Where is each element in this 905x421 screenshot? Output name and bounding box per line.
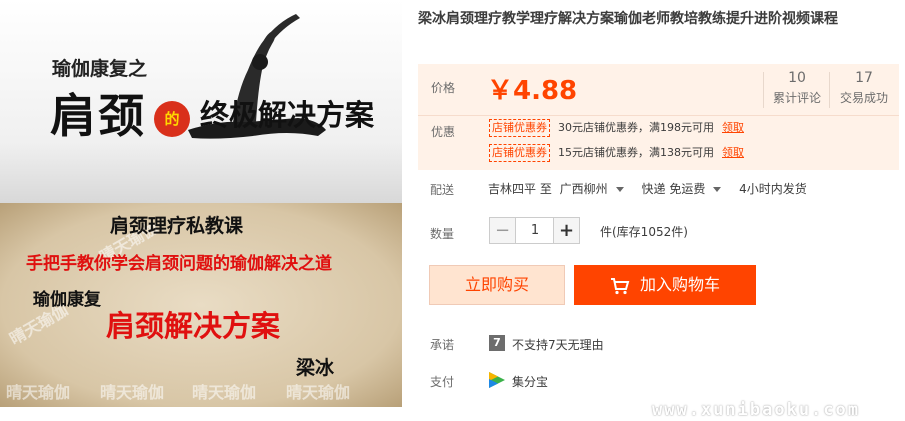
payment-label: 支付 [430,375,455,389]
site-watermark: www.xunibaoku.com [652,400,860,420]
sales-count: 17 [855,70,873,86]
shipping-method: 快递 免运费 [641,182,706,196]
coupon-row: 店铺优惠券 15元店铺优惠券，满138元可用 领取 [489,144,744,162]
claim-coupon-link[interactable]: 领取 [722,146,744,159]
ship-to-selector[interactable]: 广西柳州 [560,182,634,196]
course-subtitle: 瑜伽康复 [33,290,101,310]
banner-line-3: 终极解决方案 [200,98,375,132]
product-banner-bottom: 晴天瑜伽 晴天瑜伽 晴天瑜伽 晴天瑜伽 晴天瑜伽 晴天瑜伽 肩颈理疗私教课 手把… [0,203,402,407]
ship-from: 吉林四平 至 [488,182,552,196]
product-title: 梁冰肩颈理疗教学理疗解决方案瑜伽老师教培教练提升进阶视频课程 [418,11,838,27]
shipping-info: 吉林四平 至 广西柳州 快递 免运费 4小时内发货 [488,180,811,197]
chevron-down-icon [713,187,722,192]
sales-count-label: 交易成功 [839,91,888,105]
promise-label: 承诺 [430,338,455,352]
banner-connector-badge: 的 [154,101,190,137]
product-banner-top: 瑜伽康复之 肩颈 的 终极解决方案 [0,0,402,203]
shipping-label: 配送 [430,183,455,197]
coupon-tag: 店铺优惠券 [489,119,550,137]
image-watermark: 晴天瑜伽 [192,383,257,402]
coupon-row: 店铺优惠券 30元店铺优惠券，满198元可用 领取 [489,119,744,137]
coupon-text: 15元店铺优惠券，满138元可用 [558,146,714,159]
ship-to: 广西柳州 [559,182,608,196]
quantity-label: 数量 [430,227,455,241]
add-to-cart-button[interactable]: 加入购物车 [574,265,756,305]
stat-divider [763,72,764,108]
shipping-method-selector[interactable]: 快递 免运费 [642,182,732,196]
promo-label: 优惠 [431,125,456,139]
banner-line-1: 瑜伽康复之 [52,58,148,80]
stat-divider [829,72,830,108]
chevron-down-icon [615,187,624,192]
stock-info: 件(库存1052件) [600,225,688,239]
coupon-tag: 店铺优惠券 [489,144,550,162]
product-image-gallery[interactable]: 瑜伽康复之 肩颈 的 终极解决方案 晴天瑜伽 晴天瑜伽 晴天瑜伽 晴天瑜伽 晴天… [0,0,402,407]
image-watermark: 晴天瑜伽 [286,383,351,402]
price-label: 价格 [431,81,456,95]
review-count: 10 [788,70,806,86]
dispatch-time: 4小时内发货 [739,182,807,196]
sales-count-stat[interactable]: 17 交易成功 [836,70,892,106]
add-to-cart-label: 加入购物车 [639,275,720,294]
no-7-day-return-icon: 7 [489,335,505,351]
course-main-title: 肩颈解决方案 [106,309,281,343]
coupon-text: 30元店铺优惠券，满198元可用 [558,121,714,134]
course-slogan: 手把手教你学会肩颈问题的瑜伽解决之道 [26,254,332,274]
quantity-increase-button[interactable]: + [553,217,580,244]
quantity-input[interactable]: 1 [516,217,554,244]
quantity-decrease-button[interactable]: − [489,217,516,244]
promise-text[interactable]: 不支持7天无理由 [512,336,604,353]
shopping-cart-icon [610,277,630,294]
promo-divider [418,115,899,116]
price-panel: 价格 ￥4.88 10 累计评论 17 交易成功 优惠 店铺优惠券 30元店铺优惠… [418,64,899,170]
claim-coupon-link[interactable]: 领取 [722,121,744,134]
price-value: ￥4.88 [487,76,578,106]
buy-now-button[interactable]: 立即购买 [429,265,565,305]
payment-method[interactable]: 集分宝 [512,373,548,390]
banner-line-2: 肩颈 [50,89,146,143]
course-author: 梁冰 [296,357,335,379]
course-heading: 肩颈理疗私教课 [110,215,244,237]
image-watermark: 晴天瑜伽 [100,383,165,402]
jifenbao-icon [489,372,505,388]
review-count-label: 累计评论 [772,91,821,105]
yoga-figure-illustration [188,14,326,139]
review-count-stat[interactable]: 10 累计评论 [769,70,825,106]
image-watermark: 晴天瑜伽 [6,383,71,402]
